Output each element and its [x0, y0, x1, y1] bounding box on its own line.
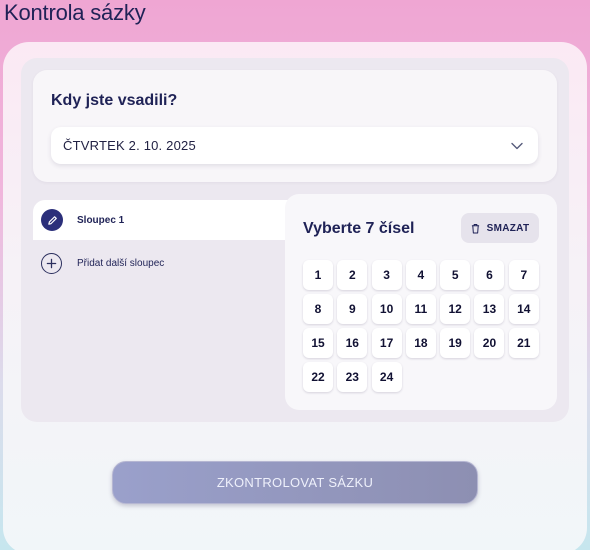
- number-button[interactable]: 9: [337, 294, 368, 324]
- number-button[interactable]: 17: [371, 328, 402, 358]
- check-bet-button[interactable]: ZKONTROLOVAT SÁZKU: [112, 461, 478, 504]
- number-button[interactable]: 1: [303, 260, 333, 290]
- number-button[interactable]: 3: [371, 260, 402, 290]
- date-card: Kdy jste vsadili? ČTVRTEK 2. 10. 2025: [33, 70, 557, 182]
- add-column-label: Přidat další sloupec: [77, 257, 165, 269]
- column-row-1[interactable]: Sloupec 1: [33, 200, 293, 240]
- number-picker: Vyberte 7 čísel SMAZAT 1 2 3 4 5 6 7 8 9 10 11 12 13…: [285, 194, 557, 410]
- number-button[interactable]: 16: [337, 328, 368, 358]
- number-button[interactable]: 8: [303, 294, 333, 324]
- column-label: Sloupec 1: [77, 214, 125, 226]
- number-button[interactable]: 24: [371, 362, 402, 392]
- number-button[interactable]: 5: [440, 260, 471, 290]
- plus-icon: [46, 258, 57, 268]
- number-button[interactable]: 11: [405, 294, 436, 324]
- plus-circle: [41, 252, 62, 274]
- number-button[interactable]: 15: [303, 328, 333, 358]
- date-select-value: ČTVRTEK 2. 10. 2025: [63, 138, 196, 153]
- number-button[interactable]: 6: [474, 260, 505, 290]
- clear-button[interactable]: SMAZAT: [461, 213, 539, 243]
- pencil-icon: [47, 215, 57, 225]
- chevron-down-icon: [511, 142, 523, 149]
- edit-column-button[interactable]: [41, 209, 63, 231]
- page-title: Kontrola sázky: [4, 0, 146, 25]
- number-button[interactable]: 13: [474, 294, 505, 324]
- picker-heading: Vyberte 7 čísel: [303, 220, 415, 237]
- number-button[interactable]: 10: [371, 294, 402, 324]
- number-button[interactable]: 4: [405, 260, 436, 290]
- number-button[interactable]: 19: [440, 328, 471, 358]
- number-button[interactable]: 20: [474, 328, 505, 358]
- number-button[interactable]: 2: [337, 260, 368, 290]
- clear-button-label: SMAZAT: [486, 222, 530, 234]
- number-button[interactable]: 22: [303, 362, 333, 392]
- number-button[interactable]: 14: [508, 294, 539, 324]
- number-button[interactable]: 18: [405, 328, 436, 358]
- number-button[interactable]: 21: [508, 328, 539, 358]
- date-heading: Kdy jste vsadili?: [51, 92, 178, 109]
- numbers-grid: 1 2 3 4 5 6 7 8 9 10 11 12 13 14 15 16 17 18 19 20 21 22 23 24: [303, 260, 539, 392]
- columns-area: Sloupec 1 Přidat další sloupec Vyberte 7…: [33, 194, 557, 412]
- trash-icon: [471, 223, 479, 233]
- number-button[interactable]: 7: [508, 260, 539, 290]
- date-select[interactable]: ČTVRTEK 2. 10. 2025: [51, 127, 538, 164]
- number-button[interactable]: 12: [440, 294, 471, 324]
- number-button[interactable]: 23: [337, 362, 368, 392]
- add-column-button[interactable]: Přidat další sloupec: [33, 246, 293, 280]
